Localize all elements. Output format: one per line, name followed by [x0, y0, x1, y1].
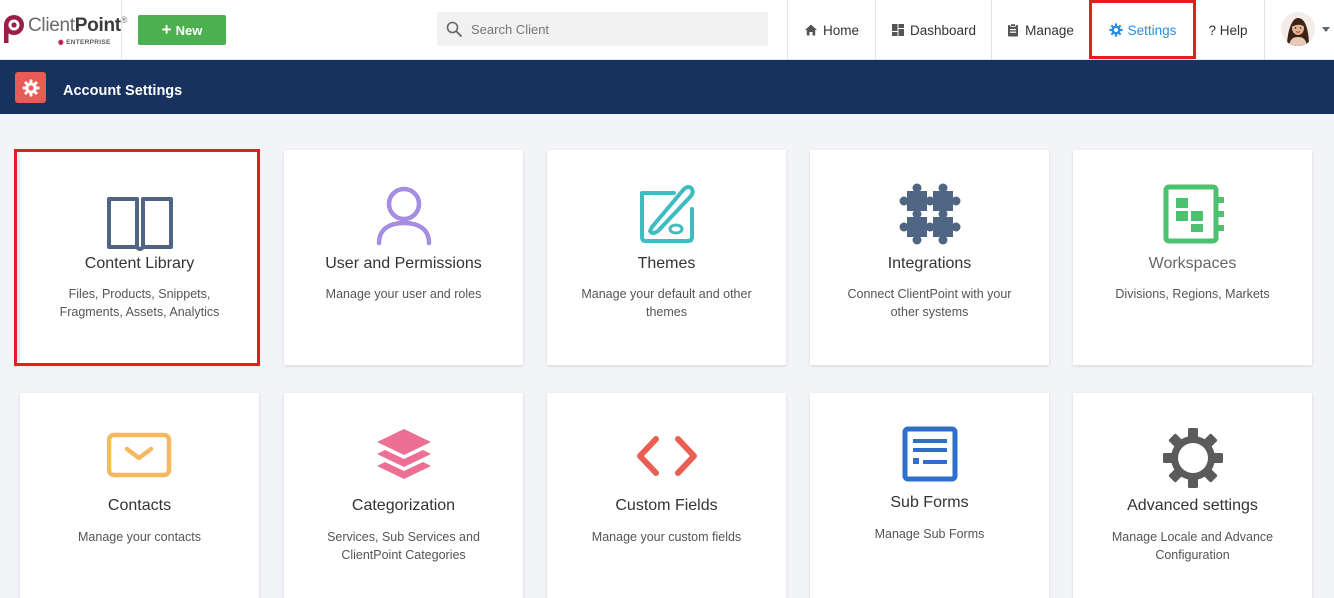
card-description: Files, Products, Snippets, Fragments, As…: [59, 287, 220, 319]
card-title: Categorization: [351, 497, 456, 514]
card-contacts[interactable]: Contacts Manage your contacts: [20, 393, 259, 598]
card-integrations[interactable]: Integrations Connect ClientPoint with yo…: [810, 150, 1049, 365]
card-advanced-settings[interactable]: Advanced settings Manage Locale and Adva…: [1073, 393, 1312, 598]
card-sub-forms[interactable]: Sub Forms Manage Sub Forms: [810, 393, 1049, 598]
card-title: Custom Fields: [615, 497, 718, 514]
form-icon: [810, 423, 1049, 489]
search-icon: [446, 21, 462, 37]
new-button[interactable]: + New: [138, 15, 226, 45]
card-title: Content Library: [84, 255, 195, 272]
page-title: Account Settings: [63, 83, 183, 99]
card-custom-fields[interactable]: Custom Fields Manage your custom fields: [547, 393, 786, 598]
puzzle-icon: [810, 181, 1049, 247]
nav-manage-label: Manage: [1025, 22, 1074, 38]
nav-home[interactable]: Home: [788, 0, 875, 60]
palette-icon: [547, 181, 786, 247]
clipboard-icon: [1008, 23, 1019, 37]
envelope-icon: [20, 423, 259, 489]
card-categorization[interactable]: Categorization Services, Sub Services an…: [284, 393, 523, 598]
card-description: Manage Sub Forms: [874, 527, 985, 541]
nav-settings-label: Settings: [1127, 22, 1177, 38]
top-navbar: ClientPoint® ◉ ENTERPRISE + New Home Das…: [0, 0, 1334, 60]
divider: [1264, 0, 1265, 59]
nav-help[interactable]: ? Help: [1198, 0, 1258, 60]
card-description: Divisions, Regions, Markets: [1115, 287, 1270, 301]
card-content-library[interactable]: Content Library Files, Products, Snippet…: [20, 152, 259, 364]
cog-icon: [1073, 425, 1312, 491]
nav-dashboard-label: Dashboard: [909, 22, 977, 38]
book-icon: [20, 189, 259, 255]
user-avatar-image: [1281, 12, 1315, 46]
avatar[interactable]: [1281, 12, 1315, 46]
card-themes[interactable]: Themes Manage your default and other the…: [547, 150, 786, 365]
layers-icon: [284, 423, 523, 489]
card-user-and-permissions[interactable]: User and Permissions Manage your user an…: [284, 150, 523, 365]
page-header: Account Settings: [0, 60, 1334, 114]
card-title: Themes: [637, 255, 696, 272]
card-title: Contacts: [107, 497, 172, 514]
nav-manage[interactable]: Manage: [992, 0, 1088, 60]
card-title: Sub Forms: [890, 494, 969, 511]
code-icon: [547, 423, 786, 489]
user-icon: [284, 181, 523, 247]
card-description: Manage your contacts: [78, 530, 201, 544]
logo-edition: ◉ ENTERPRISE: [58, 39, 111, 46]
card-description: Services, Sub Services and ClientPoint C…: [327, 530, 480, 562]
chevron-down-icon[interactable]: [1322, 27, 1330, 32]
card-description: Manage your default and other themes: [581, 287, 752, 319]
card-description: Manage Locale and Advance Configuration: [1111, 530, 1274, 562]
home-icon: [804, 24, 817, 36]
card-description: Manage your custom fields: [591, 530, 742, 544]
gear-icon: [1109, 23, 1123, 37]
card-description: Manage your user and roles: [325, 287, 482, 301]
plus-icon: +: [161, 20, 172, 39]
nav-home-label: Home: [822, 22, 859, 38]
nav-help-label: ? Help: [1208, 22, 1248, 38]
search-box: [437, 12, 768, 46]
clientpoint-logo-icon: [4, 15, 24, 43]
search-input[interactable]: [471, 12, 761, 46]
clientpoint-logo[interactable]: ClientPoint® ◉ ENTERPRISE: [2, 12, 127, 48]
new-button-label: New: [175, 22, 203, 38]
card-workspaces[interactable]: Workspaces Divisions, Regions, Markets: [1073, 150, 1312, 365]
settings-header-icon: [15, 72, 46, 103]
card-title: Advanced settings: [1127, 497, 1258, 514]
card-title: Workspaces: [1148, 255, 1237, 272]
dashboard-icon: [891, 24, 904, 36]
card-title: User and Permissions: [325, 255, 482, 272]
card-description: Connect ClientPoint with your other syst…: [847, 287, 1012, 319]
workspace-icon: [1073, 181, 1312, 247]
divider: [121, 0, 122, 59]
nav-settings[interactable]: Settings: [1090, 0, 1195, 60]
logo-wordmark: ClientPoint®: [28, 15, 128, 36]
nav-dashboard[interactable]: Dashboard: [876, 0, 991, 60]
gear-icon: [22, 79, 39, 96]
card-title: Integrations: [887, 255, 972, 272]
